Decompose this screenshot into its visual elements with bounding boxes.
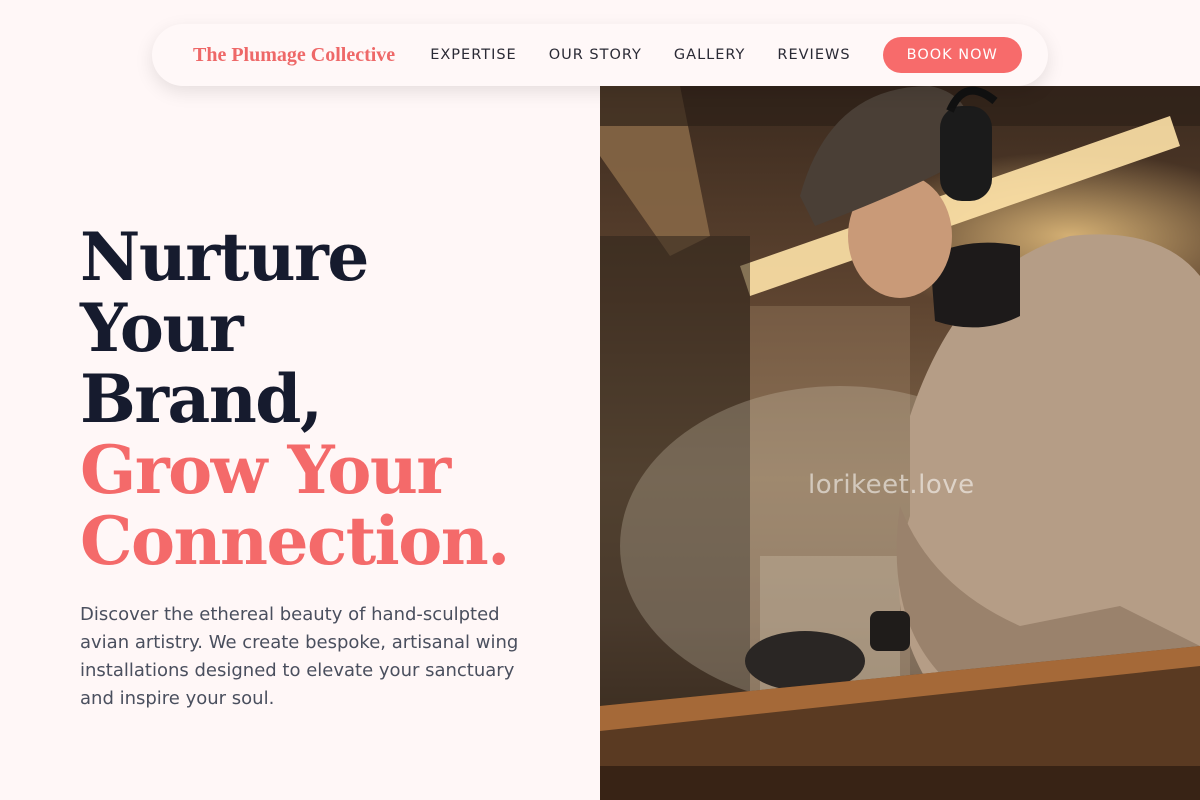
nav-link-gallery[interactable]: GALLERY [674, 47, 745, 63]
hero-image: lorikeet.love [600, 86, 1200, 800]
nav-link-our-story[interactable]: OUR STORY [549, 47, 642, 63]
nav-link-reviews[interactable]: REVIEWS [777, 47, 850, 63]
nav-links: EXPERTISE OUR STORY GALLERY REVIEWS [430, 47, 882, 63]
headline-line-3: Grow Your [80, 431, 451, 509]
headline-line-2: Brand, [80, 360, 323, 438]
hero-headline: Nurture Your Brand, Grow Your Connection… [80, 222, 550, 577]
craftsman-illustration [600, 86, 1200, 800]
book-now-button[interactable]: BOOK NOW [882, 37, 1022, 73]
image-watermark: lorikeet.love [808, 470, 975, 500]
headline-line-1: Nurture Your [80, 218, 369, 367]
nav-link-expertise[interactable]: EXPERTISE [430, 47, 517, 63]
hero-section: Nurture Your Brand, Grow Your Connection… [80, 222, 550, 713]
top-navigation: The Plumage Collective EXPERTISE OUR STO… [152, 24, 1048, 86]
hero-description: Discover the ethereal beauty of hand-scu… [80, 604, 519, 709]
brand-logo[interactable]: The Plumage Collective [193, 44, 395, 67]
headline-line-4: Connection. [80, 502, 510, 580]
